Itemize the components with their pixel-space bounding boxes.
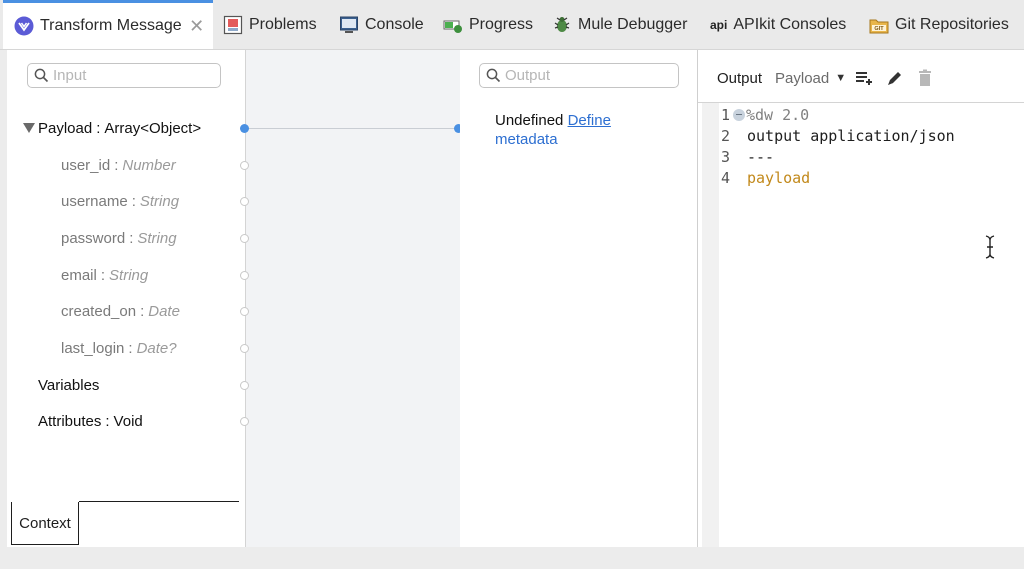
- tab-label: Mule Debugger: [578, 15, 688, 33]
- tab-apikit-consoles[interactable]: api APIkit Consoles: [710, 0, 846, 49]
- define-metadata-link[interactable]: Define: [568, 112, 611, 129]
- tab-label: Git Repositories: [895, 15, 1009, 33]
- input-search[interactable]: [27, 63, 221, 88]
- tab-label: Transform Message: [40, 17, 182, 34]
- code-line[interactable]: 1 %dw 2.0: [721, 104, 809, 125]
- search-icon: [486, 68, 501, 83]
- tab-mule-debugger[interactable]: Mule Debugger: [551, 0, 687, 49]
- mapping-connection-line[interactable]: [244, 128, 458, 129]
- chevron-down-icon[interactable]: ▼: [835, 72, 846, 84]
- payload-connector-dot[interactable]: [240, 124, 249, 133]
- tab-label: Problems: [249, 15, 317, 33]
- script-toolbar: Output Payload ▼: [698, 66, 936, 90]
- tab-transform-message[interactable]: Transform Message ✕: [3, 0, 213, 49]
- input-search-field[interactable]: [53, 67, 213, 84]
- output-target-select[interactable]: Payload: [775, 70, 829, 87]
- dataweave-icon: [13, 15, 35, 37]
- created-on-connector-dot[interactable]: [240, 307, 249, 316]
- tree-field-created-on[interactable]: created_on: Date: [61, 299, 180, 323]
- tab-progress[interactable]: Progress: [442, 0, 533, 49]
- tree-field-username[interactable]: username: String: [61, 189, 179, 213]
- variables-connector-dot[interactable]: [240, 381, 249, 390]
- problems-icon: [222, 14, 244, 36]
- progress-icon: [442, 14, 464, 36]
- close-icon[interactable]: ✕: [188, 16, 206, 37]
- define-metadata-link-cont[interactable]: metadata: [495, 131, 558, 148]
- trash-icon[interactable]: [914, 67, 936, 89]
- input-panel: Payload : Array<Object> user_id:Number u…: [7, 50, 244, 547]
- mapping-canvas[interactable]: [245, 50, 461, 547]
- text-cursor-ibeam-icon: [984, 235, 996, 264]
- context-tab-border: [79, 501, 239, 502]
- git-repositories-icon: GIT: [868, 14, 890, 36]
- tree-node-attributes[interactable]: Attributes: Void: [38, 409, 143, 433]
- output-search[interactable]: [479, 63, 679, 88]
- expand-triangle-icon[interactable]: [23, 123, 35, 133]
- api-icon: api: [710, 17, 728, 32]
- script-editor-panel: Output Payload ▼ 1 %dw 2.0 2 output appl…: [698, 50, 1024, 547]
- fold-collapse-icon[interactable]: [733, 108, 745, 121]
- output-search-field[interactable]: [505, 67, 665, 84]
- last-login-connector-dot[interactable]: [240, 344, 249, 353]
- code-editor-border: [698, 102, 1024, 103]
- attributes-connector-dot[interactable]: [240, 417, 249, 426]
- console-icon: [338, 14, 360, 36]
- tree-node-payload[interactable]: Payload : Array<Object>: [23, 116, 201, 140]
- code-gutter: [702, 103, 719, 547]
- tab-console[interactable]: Console: [338, 0, 424, 49]
- code-line[interactable]: 2 output application/json: [721, 125, 955, 146]
- pencil-edit-icon[interactable]: [884, 67, 906, 89]
- transform-message-editor: Payload : Array<Object> user_id:Number u…: [7, 50, 1024, 547]
- output-label: Output: [717, 69, 763, 87]
- tree-node-variables[interactable]: Variables: [38, 373, 99, 397]
- tree-field-password[interactable]: password: String: [61, 226, 177, 250]
- add-output-icon[interactable]: [854, 67, 876, 89]
- svg-text:GIT: GIT: [874, 26, 884, 32]
- tab-label: Progress: [469, 15, 534, 33]
- tab-label: APIkit Consoles: [733, 15, 847, 33]
- tree-field-last-login[interactable]: last_login: Date?: [61, 336, 177, 360]
- debugger-bug-icon: [551, 14, 573, 36]
- code-line[interactable]: 3 ---: [721, 146, 774, 167]
- undefined-metadata-message: Undefined Define metadata: [495, 112, 611, 148]
- code-line[interactable]: 4 payload: [721, 167, 810, 188]
- search-icon: [34, 68, 49, 83]
- tree-field-email[interactable]: email: String: [61, 263, 148, 287]
- username-connector-dot[interactable]: [240, 197, 249, 206]
- user-id-connector-dot[interactable]: [240, 161, 249, 170]
- tab-label: Console: [365, 15, 424, 33]
- status-strip: [0, 548, 1024, 569]
- output-panel: Undefined Define metadata: [460, 50, 698, 547]
- view-tab-bar: Transform Message ✕ Problems Console Pro…: [0, 0, 1024, 50]
- password-connector-dot[interactable]: [240, 234, 249, 243]
- context-tab[interactable]: Context: [11, 502, 79, 545]
- tab-problems[interactable]: Problems: [222, 0, 317, 49]
- tree-field-user-id[interactable]: user_id: Number: [61, 153, 176, 177]
- tab-git-repositories[interactable]: GIT Git Repositories: [868, 0, 1009, 49]
- email-connector-dot[interactable]: [240, 271, 249, 280]
